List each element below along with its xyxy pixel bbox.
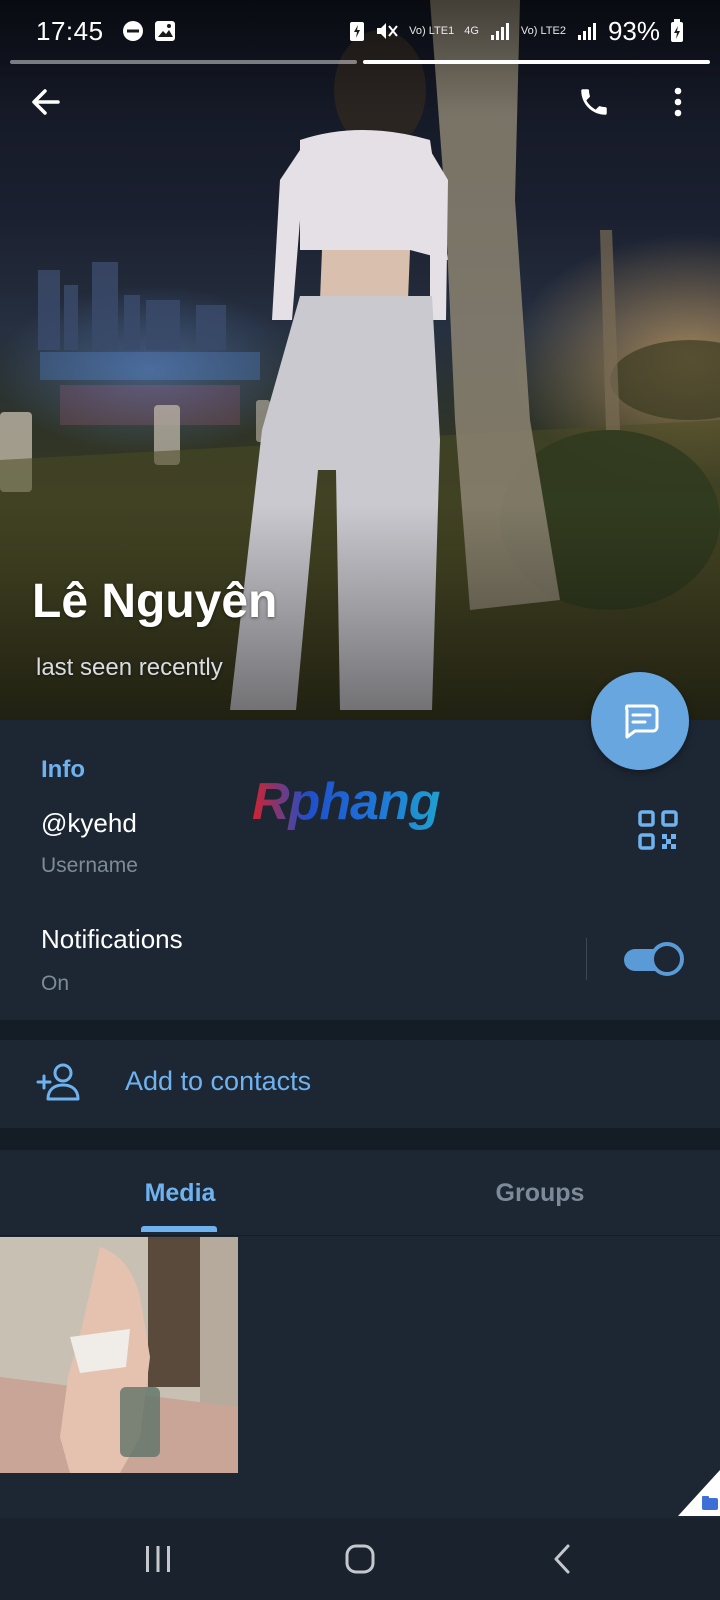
system-nav-bar (0, 1518, 720, 1600)
sim2-label: Vo) LTE2 (520, 24, 566, 37)
do-not-disturb-icon (122, 21, 143, 41)
sim1-label: Vo) LTE1 (409, 24, 455, 37)
call-button[interactable] (570, 78, 618, 126)
notifications-title[interactable]: Notifications (41, 924, 183, 955)
section-gap (0, 1128, 720, 1150)
info-section: Info Rphang @kyehd Username Notification… (0, 720, 720, 1020)
back-nav-button[interactable] (532, 1534, 592, 1584)
media-thumbnail[interactable] (0, 1237, 238, 1473)
chevron-left-icon (554, 1544, 570, 1574)
notifications-value: On (41, 972, 70, 995)
media-thumbnail-image (0, 1237, 238, 1473)
send-message-button[interactable] (591, 672, 689, 770)
gallery-icon (154, 21, 175, 41)
add-to-contacts-row[interactable]: Add to contacts (0, 1040, 720, 1128)
tab-groups[interactable]: Groups (360, 1150, 720, 1236)
network-type: 4G (464, 24, 479, 37)
qr-code-button[interactable] (636, 808, 680, 852)
battery-icon (671, 19, 683, 42)
more-vertical-icon (674, 87, 682, 117)
phone-icon (581, 89, 607, 115)
watermark-logo: Rphang (252, 773, 441, 831)
notifications-divider (586, 938, 587, 980)
shared-content-tabs: Media Groups (0, 1150, 720, 1236)
recent-apps-icon (146, 1546, 170, 1572)
story-segment-active (363, 60, 710, 64)
username-value[interactable]: @kyehd (41, 808, 137, 839)
mute-icon (377, 23, 398, 39)
add-to-contacts-label: Add to contacts (125, 1066, 312, 1096)
story-segment (10, 60, 357, 64)
status-bar: 17:45 Vo) LTE1 4G Vo) LTE2 93% (0, 0, 720, 62)
battery-percent: 93% (607, 15, 660, 46)
chat-bubble-icon (624, 704, 659, 739)
profile-name: Lê Nguyên (32, 575, 278, 628)
status-left-icons (122, 20, 176, 42)
arrow-left-icon (32, 89, 60, 115)
battery-saver-icon (350, 22, 365, 41)
folder-badge-icon (678, 1470, 720, 1516)
media-grid (0, 1237, 720, 1517)
story-progress (10, 60, 710, 64)
section-gap (0, 1020, 720, 1040)
info-section-title: Info (41, 756, 85, 783)
signal-icon (577, 23, 596, 40)
profile-last-seen: last seen recently (36, 654, 223, 681)
tab-media[interactable]: Media (0, 1150, 360, 1236)
active-tab-indicator (141, 1226, 217, 1232)
status-time: 17:45 (36, 15, 104, 46)
notifications-toggle[interactable] (622, 939, 684, 979)
username-label: Username (41, 854, 138, 877)
signal-icon (490, 23, 509, 40)
home-icon (345, 1544, 375, 1574)
status-right: Vo) LTE1 4G Vo) LTE2 93% (349, 16, 684, 47)
recent-apps-button[interactable] (128, 1534, 188, 1584)
qr-code-icon (638, 810, 678, 850)
home-button[interactable] (330, 1534, 390, 1584)
toggle-knob (650, 942, 684, 976)
add-person-icon (36, 1063, 80, 1101)
back-button[interactable] (22, 78, 70, 126)
more-menu-button[interactable] (654, 78, 702, 126)
